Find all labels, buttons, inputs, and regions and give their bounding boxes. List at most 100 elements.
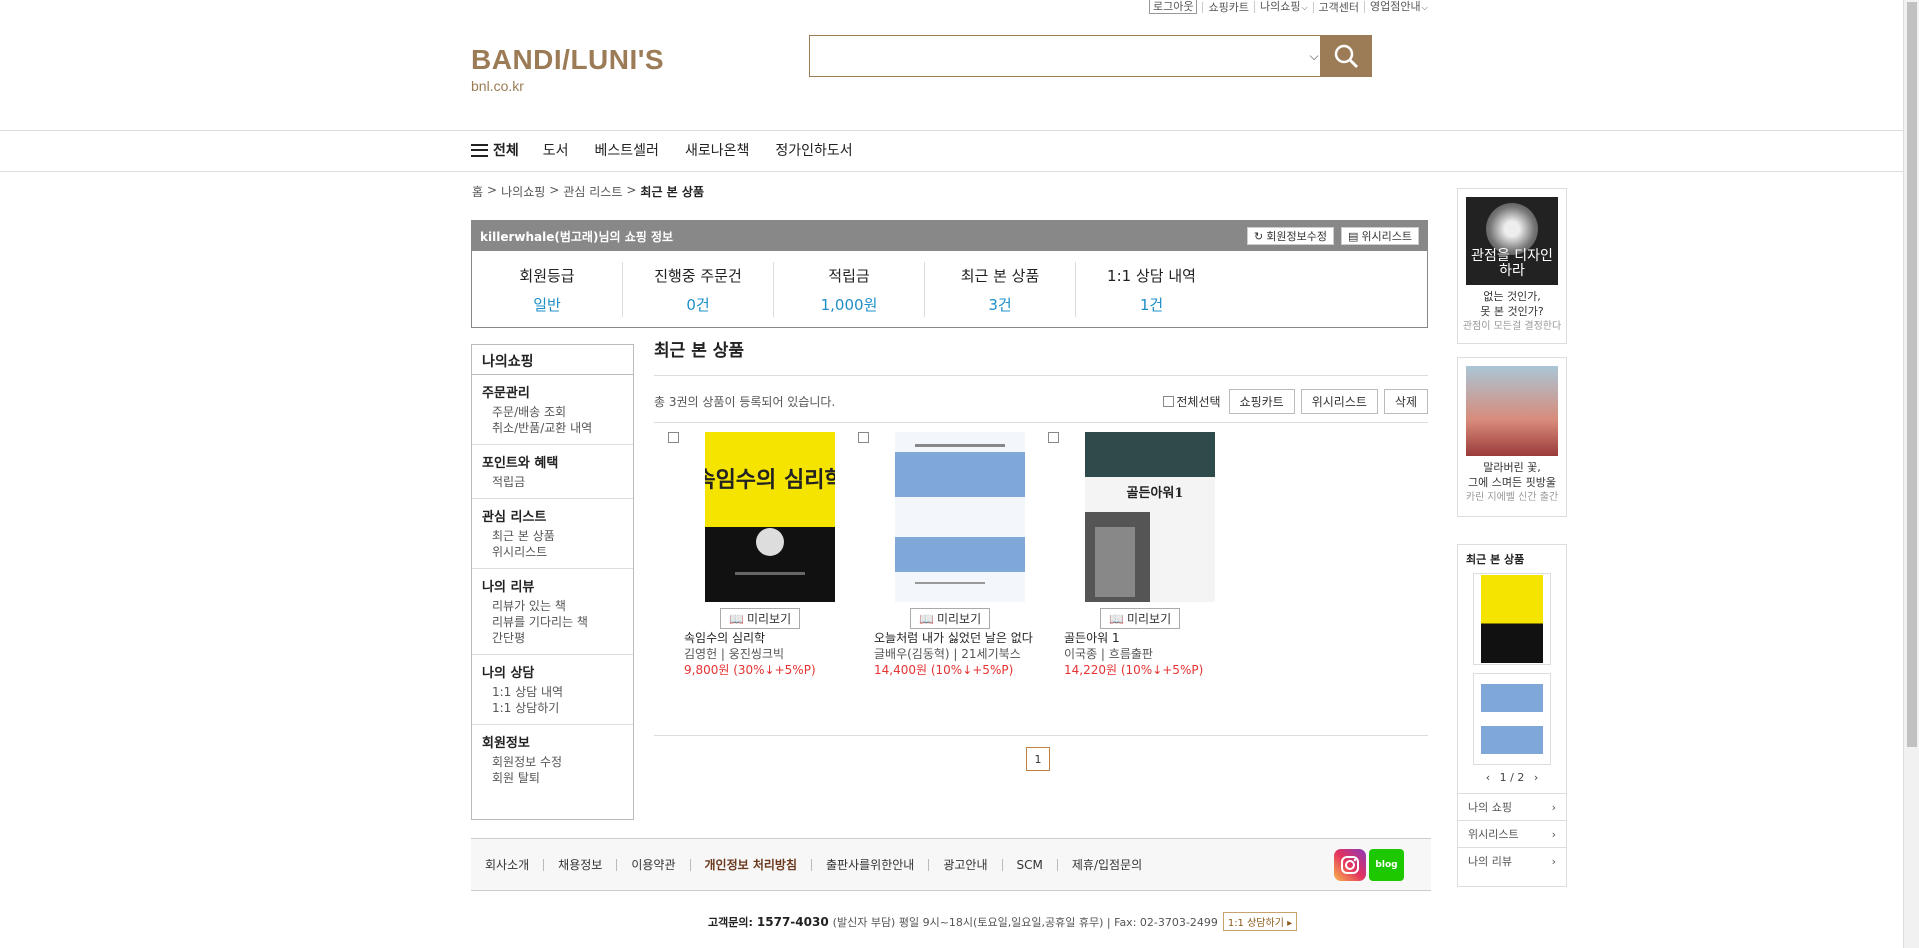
my-shopping-link[interactable]: 나의쇼핑⌵ [1253,0,1313,13]
nav-books[interactable]: 도서 [543,140,569,160]
breadcrumb-my-shopping[interactable]: 나의쇼핑 [501,183,545,200]
list-icon: ▤ [1347,229,1359,243]
footer-link-scm[interactable]: SCM [1001,858,1057,871]
side-item-withdraw[interactable]: 회원 탈퇴 [482,770,623,786]
wishlist-button[interactable]: ▤ 위시리스트 [1340,227,1419,245]
footer-link-terms[interactable]: 이용약관 [616,858,689,871]
book-checkbox[interactable] [858,432,869,443]
add-cart-button[interactable]: 쇼핑카트 [1228,389,1295,414]
stat-value[interactable]: 1,000원 [774,294,924,315]
instagram-icon[interactable] [1334,849,1366,881]
book-title[interactable]: 골든아워 1 [1064,630,1234,646]
footer-link-publisher[interactable]: 출판사를위한안내 [811,858,928,871]
preview-button[interactable]: 📖 미리보기 [1100,608,1181,629]
side-group-title: 나의 상담 [482,666,535,681]
book-cover[interactable]: 골든아워1 [1085,432,1215,602]
all-category-button[interactable]: 전체 [471,140,519,160]
book-price: 14,400원 (10%↓+5%P) [874,663,1014,677]
main-content: 최근 본 상품 총 3권의 상품이 등록되어 있습니다. 전체선택 쇼핑카트 위… [654,336,1428,677]
page-scrollbar[interactable] [1903,0,1919,948]
ad-text-line: 말라버린 꽃, [1483,461,1541,474]
rail-ad-1[interactable]: 관점을 디자인하라 없는 것인가, 못 본 것인가? 관점이 모든걸 결정한다 [1457,188,1567,344]
chevron-left-icon[interactable]: ‹ [1486,771,1490,784]
recent-thumb[interactable] [1473,573,1551,665]
stat-label: 진행중 주문건 [654,266,742,285]
stat-value[interactable]: 0건 [623,294,773,315]
book-open-icon: 📖 [729,611,744,626]
page-button-current[interactable]: 1 [1026,747,1050,771]
nav-bestseller[interactable]: 베스트셀러 [595,140,659,160]
scrollbar-thumb[interactable] [1907,2,1917,747]
rail-link-wishlist[interactable]: 위시리스트 › [1458,820,1566,847]
recent-thumb[interactable] [1473,673,1551,765]
chevron-down-icon: ⌵ [1301,3,1308,12]
chevron-right-icon[interactable]: › [1534,771,1538,784]
side-group-title: 나의 리뷰 [482,580,535,595]
side-group-order: 주문관리 주문/배송 조회 취소/반품/교환 내역 [472,375,633,445]
cart-link[interactable]: 쇼핑카트 [1202,1,1253,13]
stat-recent: 최근 본 상품 3건 [925,262,1076,317]
side-item-member-edit[interactable]: 회원정보 수정 [482,754,623,770]
checkbox-box [1163,396,1175,407]
side-group-inquiry: 나의 상담 1:1 상담 내역 1:1 상담하기 [472,655,633,725]
header-divider [0,130,1903,131]
preview-button[interactable]: 📖 미리보기 [910,608,991,629]
stat-inquiry: 1:1 상담 내역 1건 [1076,262,1227,317]
gnb-divider [0,171,1903,172]
side-item-awaiting-review[interactable]: 리뷰를 기다리는 책 [482,614,623,630]
footer-link-partnership[interactable]: 제휴/입점문의 [1056,858,1156,871]
footer-link-ads[interactable]: 광고안내 [928,858,1001,871]
inquiry-button[interactable]: 1:1 상담하기 ▸ [1222,912,1298,931]
rail-link-my-shopping[interactable]: 나의 쇼핑 › [1458,793,1566,820]
stat-value[interactable]: 일반 [472,294,622,315]
rail-link-review[interactable]: 나의 리뷰 › [1458,847,1566,874]
side-item-points[interactable]: 적립금 [482,474,623,490]
side-item-reviewed[interactable]: 리뷰가 있는 책 [482,598,623,614]
refresh-icon: ↻ [1254,229,1264,243]
edit-member-button[interactable]: ↻ 회원정보수정 [1247,227,1334,245]
my-shopping-label: 나의쇼핑 [1259,0,1301,13]
book-checkbox[interactable] [668,432,679,443]
side-group-title: 포인트와 혜택 [482,456,559,471]
book-checkbox[interactable] [1048,432,1059,443]
rail-link-label: 나의 쇼핑 [1468,801,1512,814]
footer-link-privacy[interactable]: 개인정보 처리방침 [689,858,812,871]
side-item-wishlist[interactable]: 위시리스트 [482,544,623,560]
search-button[interactable] [1320,35,1372,77]
customer-center-link[interactable]: 고객센터 [1312,1,1364,13]
footer-link-careers[interactable]: 채용정보 [543,858,616,871]
breadcrumb-interest[interactable]: 관심 리스트 [563,183,622,200]
site-logo[interactable]: BANDI/LUNI'S bnl.co.kr [471,44,664,94]
select-all-checkbox[interactable]: 전체선택 [1163,393,1221,410]
cover-title-text: 골든아워1 [1127,485,1184,501]
page-title: 최근 본 상품 [654,336,1428,376]
delete-button[interactable]: 삭제 [1383,389,1428,414]
side-group-member: 회원정보 회원정보 수정 회원 탈퇴 [472,725,633,794]
book-title[interactable]: 오늘처럼 내가 싫었던 날은 없다 [874,630,1044,646]
search-input[interactable] [810,36,1299,76]
stat-value[interactable]: 1건 [1076,294,1227,315]
nav-discount[interactable]: 정가인하도서 [775,140,852,160]
footer-link-company[interactable]: 회사소개 [471,859,543,871]
blog-icon[interactable]: blog [1369,849,1404,881]
add-wishlist-button[interactable]: 위시리스트 [1300,389,1378,414]
preview-label: 미리보기 [1126,612,1172,626]
side-item-order-status[interactable]: 주문/배송 조회 [482,404,623,420]
cover-title-text: 속임수의 심리학 [705,468,835,493]
logout-link[interactable]: 로그아웃 [1144,0,1202,14]
side-item-inquiry-history[interactable]: 1:1 상담 내역 [482,684,623,700]
ad-text-line: 없는 것인가, [1483,290,1541,303]
book-cover[interactable] [895,432,1025,602]
side-item-inquiry-new[interactable]: 1:1 상담하기 [482,700,623,716]
book-title[interactable]: 속임수의 심리학 [684,630,854,646]
preview-button[interactable]: 📖 미리보기 [720,608,801,629]
rail-ad-2[interactable]: 말라버린 꽃, 그에 스며든 핏방울 카린 지에벨 신간 출간 [1457,357,1567,517]
store-info-link[interactable]: 영업점안내⌵ [1364,1,1433,13]
side-item-short-review[interactable]: 간단평 [482,630,623,646]
nav-new[interactable]: 새로나온책 [685,140,749,160]
side-item-recent[interactable]: 최근 본 상품 [482,528,623,544]
side-item-cancel-return[interactable]: 취소/반품/교환 내역 [482,420,623,436]
breadcrumb-home[interactable]: 홈 [472,183,483,200]
book-cover[interactable]: 속임수의 심리학 [705,432,835,602]
stat-value[interactable]: 3건 [925,294,1075,315]
